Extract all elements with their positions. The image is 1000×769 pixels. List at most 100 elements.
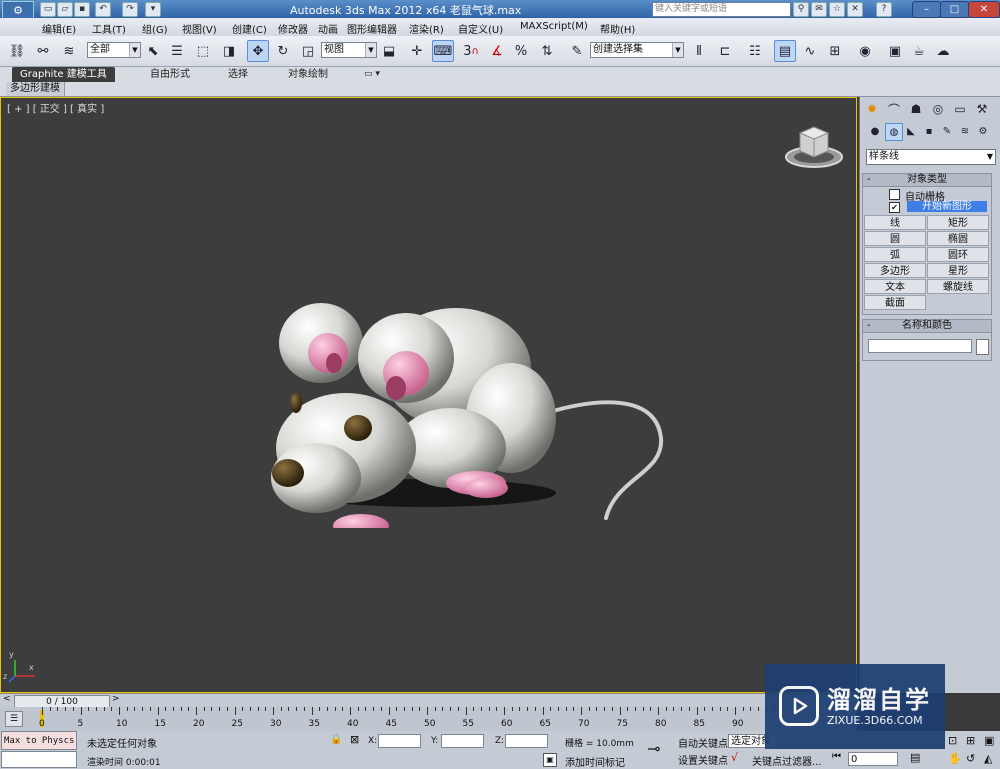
- absolute-mode-icon[interactable]: ⊠: [350, 733, 359, 746]
- zoom-all-icon[interactable]: ⊞: [966, 734, 975, 747]
- category-dropdown[interactable]: 样条线 ▼: [866, 149, 996, 165]
- material-editor-icon[interactable]: ◉: [854, 40, 876, 62]
- start-new-shape-checkbox[interactable]: ✔: [889, 202, 900, 213]
- app-logo-icon[interactable]: ⚙: [2, 1, 34, 19]
- select-and-move-icon[interactable]: ✥: [247, 40, 269, 62]
- mirror-icon[interactable]: ⫴: [688, 40, 710, 62]
- hierarchy-tab-icon[interactable]: ☗: [907, 100, 925, 118]
- viewport[interactable]: [ + ] [ 正交 ] [ 真实 ] x y z: [0, 97, 857, 693]
- select-and-scale-icon[interactable]: ◲: [297, 40, 319, 62]
- curve-editor-icon[interactable]: ∿: [799, 40, 821, 62]
- text-button[interactable]: 文本: [864, 279, 926, 294]
- close-button[interactable]: ✕: [968, 1, 1000, 18]
- object-color-swatch[interactable]: [976, 339, 989, 355]
- current-frame-input[interactable]: 0: [848, 752, 898, 766]
- x-coordinate-input[interactable]: [378, 734, 421, 748]
- add-time-tag-label[interactable]: 添加时间标记: [565, 754, 625, 769]
- close-search-icon[interactable]: ✕: [847, 2, 863, 17]
- track-bar[interactable]: ☰ 0 5 10 15 20 25 30 35 40 45 50 55 60 65 70 75 80 85 90: [0, 707, 857, 732]
- auto-key-label[interactable]: 自动关键点: [678, 735, 728, 750]
- select-and-rotate-icon[interactable]: ↻: [272, 40, 294, 62]
- rendered-frame-window-icon[interactable]: ☕: [908, 40, 930, 62]
- search-input[interactable]: 键入关键字或短语: [652, 2, 791, 17]
- time-slider-prev-icon[interactable]: <: [3, 694, 11, 704]
- named-selection-dropdown[interactable]: 创建选择集 ▼: [590, 42, 684, 58]
- tab-selection[interactable]: 选择: [228, 67, 248, 82]
- space-warps-icon[interactable]: ≋: [957, 123, 973, 139]
- section-button[interactable]: 截面: [864, 295, 926, 310]
- pan-view-icon[interactable]: ✋: [948, 752, 962, 765]
- maxscript-listener-input[interactable]: Max to Physcs (: [1, 731, 77, 750]
- help-icon[interactable]: ?: [876, 2, 892, 17]
- align-icon[interactable]: ⊏: [714, 40, 736, 62]
- set-key-icon[interactable]: ⊸: [647, 739, 660, 758]
- tab-graphite-modeling[interactable]: Graphite 建模工具: [12, 67, 115, 82]
- menu-animation[interactable]: 动画: [318, 21, 338, 36]
- set-key-label[interactable]: 设置关键点: [678, 752, 728, 767]
- mouse-balloon-model[interactable]: [256, 278, 676, 528]
- helpers-icon[interactable]: ✎: [939, 123, 955, 139]
- menu-graph-editors[interactable]: 图形编辑器: [347, 21, 397, 36]
- save-file-icon[interactable]: ▪: [74, 2, 90, 17]
- ribbon-options-icon[interactable]: ▭ ▾: [364, 67, 380, 82]
- circle-button[interactable]: 圆: [864, 231, 926, 246]
- field-of-view-icon[interactable]: ◭: [984, 752, 992, 765]
- go-to-start-icon[interactable]: ⏮: [832, 751, 841, 762]
- undo-icon[interactable]: ↶: [95, 2, 111, 17]
- layer-manager-icon[interactable]: ☷: [744, 40, 766, 62]
- menu-views[interactable]: 视图(V): [182, 21, 217, 36]
- ellipse-button[interactable]: 椭圆: [927, 231, 989, 246]
- tab-object-paint[interactable]: 对象绘制: [288, 67, 328, 82]
- selection-filter-dropdown[interactable]: 全部 ▼: [87, 42, 141, 58]
- z-coordinate-input[interactable]: [505, 734, 548, 748]
- maximize-viewport-icon[interactable]: ▣: [984, 734, 994, 747]
- snaps-toggle-icon[interactable]: 3 ∩: [460, 40, 482, 62]
- quick-access-dropdown-icon[interactable]: ▾: [145, 2, 161, 17]
- display-tab-icon[interactable]: ▭: [951, 100, 969, 118]
- y-coordinate-input[interactable]: [441, 734, 484, 748]
- edit-named-selection-icon[interactable]: ✎: [566, 40, 588, 62]
- object-type-header[interactable]: - 对象类型: [863, 174, 991, 187]
- create-tab-icon[interactable]: ✹: [863, 100, 881, 118]
- geometry-icon[interactable]: ●: [867, 123, 883, 139]
- menu-customize[interactable]: 自定义(U): [458, 21, 503, 36]
- time-config-icon[interactable]: ▤: [910, 751, 920, 764]
- redo-icon[interactable]: ↷: [122, 2, 138, 17]
- arc-button[interactable]: 弧: [864, 247, 926, 262]
- menu-tools[interactable]: 工具(T): [92, 21, 126, 36]
- render-production-icon[interactable]: ☁: [932, 40, 954, 62]
- bind-space-warp-icon[interactable]: ≋: [58, 40, 80, 62]
- window-crossing-icon[interactable]: ◨: [218, 40, 240, 62]
- orbit-icon[interactable]: ↺: [966, 752, 975, 765]
- donut-button[interactable]: 圆环: [927, 247, 989, 262]
- menu-rendering[interactable]: 渲染(R): [409, 21, 444, 36]
- percent-snap-icon[interactable]: %: [510, 40, 532, 62]
- selection-lock-icon[interactable]: 🔒: [330, 734, 342, 745]
- menu-modifiers[interactable]: 修改器: [278, 21, 308, 36]
- ngon-button[interactable]: 多边形: [864, 263, 926, 278]
- menu-maxscript[interactable]: MAXScript(M): [520, 21, 588, 32]
- rectangular-selection-icon[interactable]: ⬚: [192, 40, 214, 62]
- viewport-label[interactable]: [ + ] [ 正交 ] [ 真实 ]: [7, 100, 104, 115]
- minimize-button[interactable]: –: [912, 1, 941, 18]
- spinner-snap-icon[interactable]: ⇅: [536, 40, 558, 62]
- time-slider-next-icon[interactable]: >: [112, 694, 120, 704]
- line-button[interactable]: 线: [864, 215, 926, 230]
- zoom-extents-icon[interactable]: ⊡: [948, 734, 957, 747]
- utilities-tab-icon[interactable]: ⚒: [973, 100, 991, 118]
- favorites-icon[interactable]: ☆: [829, 2, 845, 17]
- menu-group[interactable]: 组(G): [142, 21, 168, 36]
- key-filters-button[interactable]: 关键点过滤器...: [752, 753, 822, 768]
- name-and-color-header[interactable]: - 名称和颜色: [863, 320, 991, 333]
- pivot-center-icon[interactable]: ⬓: [378, 40, 400, 62]
- viewcube-icon[interactable]: [784, 123, 844, 173]
- helix-button[interactable]: 螺旋线: [927, 279, 989, 294]
- schematic-view-icon[interactable]: ⊞: [824, 40, 846, 62]
- polygon-modeling-panel[interactable]: 多边形建模: [6, 82, 65, 96]
- add-time-tag-icon[interactable]: ▣: [543, 753, 557, 767]
- open-file-icon[interactable]: ▱: [57, 2, 73, 17]
- new-file-icon[interactable]: ▭: [40, 2, 56, 17]
- menu-help[interactable]: 帮助(H): [600, 21, 635, 36]
- modify-tab-icon[interactable]: ⌒: [885, 100, 903, 118]
- shapes-icon[interactable]: ◍: [885, 123, 903, 141]
